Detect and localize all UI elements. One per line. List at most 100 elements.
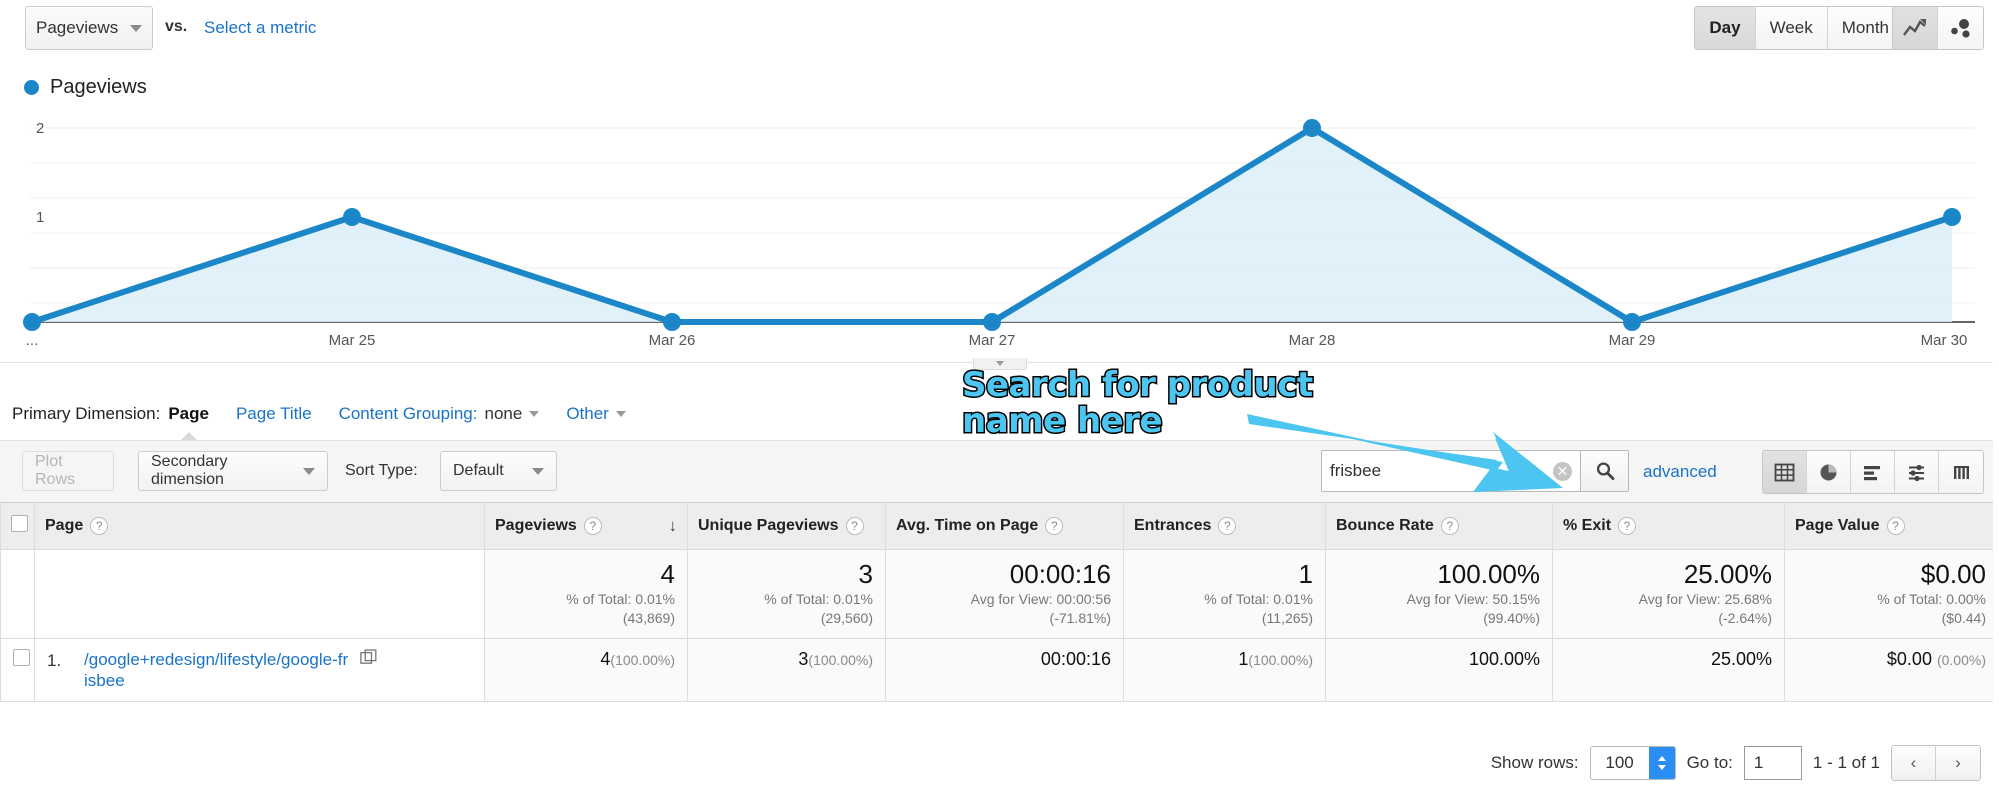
summary-sub2: (43,869): [622, 609, 675, 626]
y-axis-tick: 2: [36, 120, 45, 137]
pageviews-area-chart[interactable]: 2 1 ... Mar 25 Mar 26 Mar 27 Mar 28 Mar …: [0, 110, 1999, 360]
clear-search-icon[interactable]: ✕: [1553, 461, 1572, 481]
row-exit-cell: 25.00%: [1552, 637, 1785, 703]
row-bounce-rate-cell: 100.00%: [1325, 637, 1553, 703]
column-header-avg-time-on-page[interactable]: Avg. Time on Page ?: [885, 502, 1124, 550]
summary-value: 25.00%: [1683, 559, 1772, 589]
column-header-bounce-rate[interactable]: Bounce Rate ?: [1325, 502, 1553, 550]
summary-sub1: % of Total: 0.00%: [1877, 590, 1986, 607]
help-icon[interactable]: ?: [583, 517, 602, 535]
help-icon[interactable]: ?: [1440, 517, 1459, 535]
x-axis-tick: ...: [25, 332, 39, 349]
page-url-link[interactable]: /google+redesign/lifestyle/google-frisbe…: [84, 649, 349, 692]
chart-type-group: [1892, 6, 1984, 50]
vs-label: vs.: [165, 18, 188, 35]
summary-value: 1: [1298, 559, 1313, 589]
x-axis-tick: Mar 30: [1920, 332, 1968, 349]
chevron-down-icon: [615, 411, 626, 417]
sort-type-select[interactable]: Default: [440, 451, 557, 491]
granularity-toggle-group: Day Week Month: [1694, 6, 1904, 50]
comparison-view-button[interactable]: [1895, 451, 1939, 493]
search-field-wrap[interactable]: ✕: [1321, 450, 1581, 492]
secondary-dimension-button[interactable]: Secondary dimension: [138, 451, 328, 491]
search-submit-button[interactable]: [1581, 450, 1629, 492]
line-chart-icon-button[interactable]: [1893, 7, 1938, 49]
other-dimension-selector[interactable]: Other: [566, 404, 626, 424]
table-row[interactable]: 1. /google+redesign/lifestyle/google-fri…: [0, 637, 1999, 703]
column-header-page-value[interactable]: Page Value ?: [1784, 502, 1999, 550]
chart-legend: Pageviews: [24, 76, 147, 99]
x-axis-tick: Mar 28: [1288, 332, 1336, 349]
column-label: Page: [45, 517, 84, 534]
select-all-header: [0, 502, 35, 550]
legend-label: Pageviews: [50, 76, 147, 98]
x-axis-tick: Mar 26: [648, 332, 696, 349]
help-icon[interactable]: ?: [1886, 517, 1905, 535]
x-axis-tick: Mar 29: [1608, 332, 1656, 349]
column-label: Bounce Rate: [1336, 517, 1434, 534]
help-icon[interactable]: ?: [90, 517, 109, 535]
pie-view-button[interactable]: [1807, 451, 1851, 493]
primary-dimension-bar: Primary Dimension: Page Page Title Conte…: [12, 404, 626, 424]
chart-point: [1303, 119, 1321, 137]
pivot-view-button[interactable]: [1939, 451, 1983, 493]
primary-dimension-page-tab[interactable]: Page: [168, 404, 209, 424]
show-rows-stepper[interactable]: [1648, 747, 1675, 779]
next-page-button[interactable]: ›: [1936, 746, 1980, 780]
content-grouping-selector[interactable]: Content Grouping: none: [339, 404, 540, 424]
summary-unique-pageviews-cell: 3 % of Total: 0.01% (29,560): [687, 549, 886, 639]
show-rows-select[interactable]: 100: [1589, 746, 1676, 780]
bar-view-button[interactable]: [1851, 451, 1895, 493]
chevron-down-icon: [529, 411, 540, 417]
table-view-icon: [1774, 463, 1795, 481]
select-a-metric-link[interactable]: Select a metric: [204, 18, 316, 38]
chevron-down-icon: [995, 361, 1004, 366]
summary-sub1: Avg for View: 50.15%: [1406, 590, 1540, 607]
granularity-week-button[interactable]: Week: [1755, 7, 1828, 49]
column-header-unique-pageviews[interactable]: Unique Pageviews ?: [687, 502, 886, 550]
plot-rows-button[interactable]: Plot Rows: [22, 451, 114, 491]
chart-collapse-handle[interactable]: [972, 358, 1027, 370]
motion-chart-icon: [1950, 19, 1970, 38]
table-view-button[interactable]: [1763, 451, 1807, 493]
row-pageviews-value: 4: [600, 648, 611, 669]
primary-dimension-page-title-tab[interactable]: Page Title: [236, 404, 312, 424]
summary-checkbox-cell: [0, 549, 35, 639]
summary-value: $0.00: [1920, 559, 1986, 589]
summary-sub2: (29,560): [820, 609, 873, 626]
previous-page-button[interactable]: ‹: [1892, 746, 1936, 780]
show-rows-label: Show rows:: [1490, 753, 1579, 772]
row-entrances-value: 1: [1238, 648, 1249, 669]
column-header-pageviews[interactable]: Pageviews ? ↓: [484, 502, 688, 550]
x-axis-tick: Mar 27: [968, 332, 1016, 349]
chart-point: [343, 208, 361, 226]
help-icon[interactable]: ?: [845, 517, 864, 535]
open-in-new-window-icon[interactable]: [360, 649, 377, 671]
column-header-exit-pct[interactable]: % Exit ?: [1552, 502, 1785, 550]
advanced-filter-link[interactable]: advanced: [1643, 462, 1717, 482]
help-icon[interactable]: ?: [1218, 517, 1237, 535]
summary-sub2: ($0.44): [1941, 609, 1986, 626]
column-header-entrances[interactable]: Entrances ?: [1123, 502, 1326, 550]
chart-toolbar: Pageviews vs. Select a metric Day Week M…: [0, 0, 1999, 58]
sort-descending-icon: ↓: [668, 516, 678, 535]
chart-point: [983, 313, 1001, 331]
select-all-checkbox[interactable]: [11, 515, 28, 532]
metric-select[interactable]: Pageviews: [25, 6, 153, 50]
content-grouping-value: none: [484, 404, 523, 423]
chart-canvas: [23, 119, 1975, 331]
column-header-page[interactable]: Page ?: [34, 502, 485, 550]
search-input[interactable]: [1330, 461, 1553, 481]
row-checkbox[interactable]: [13, 648, 30, 666]
help-icon[interactable]: ?: [1618, 517, 1637, 535]
row-index: 1.: [47, 650, 62, 670]
annotation-text: Search for product name here: [961, 365, 1315, 442]
summary-entrances-cell: 1 % of Total: 0.01% (11,265): [1123, 549, 1326, 639]
primary-dimension-label: Primary Dimension:: [12, 404, 161, 423]
summary-value: 3: [858, 559, 873, 589]
granularity-day-button[interactable]: Day: [1695, 7, 1756, 49]
goto-page-input[interactable]: 1: [1743, 746, 1802, 780]
help-icon[interactable]: ?: [1045, 517, 1064, 535]
motion-chart-icon-button[interactable]: [1938, 7, 1983, 49]
row-entrances-cell: 1(100.00%): [1123, 637, 1326, 703]
